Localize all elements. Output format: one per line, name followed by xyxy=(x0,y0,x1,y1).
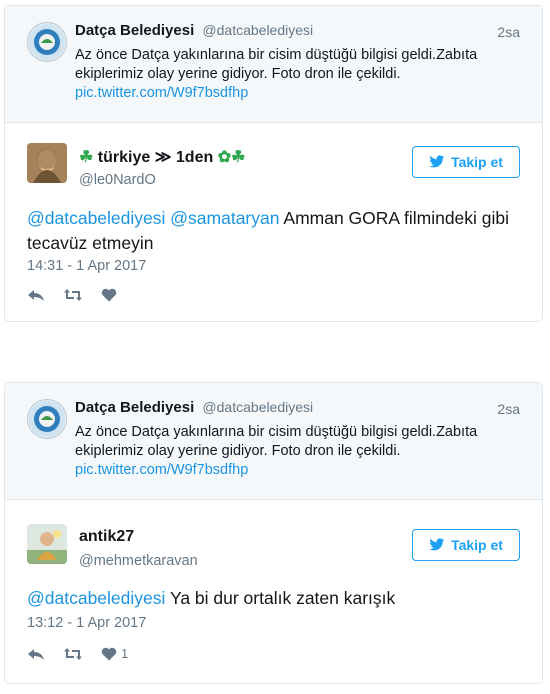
retweet-button-2[interactable] xyxy=(63,647,83,661)
mention-samataryan[interactable]: @samataryan xyxy=(170,208,279,228)
sprout-clover-icon: ✿☘ xyxy=(217,149,246,166)
reply-actions-1 xyxy=(27,288,121,302)
follow-button-2[interactable]: Takip et xyxy=(412,529,520,561)
twitter-bird-icon xyxy=(429,538,445,551)
heart-icon xyxy=(101,647,117,660)
reply-timestamp-2[interactable]: 13:12 - 1 Apr 2017 xyxy=(27,615,146,631)
quoted-text: Az önce Datça yakınlarına bir cisim düşt… xyxy=(75,423,515,480)
twitter-bird-icon xyxy=(429,155,445,168)
like-count-2: 1 xyxy=(121,646,129,661)
datca-logo-avatar[interactable] xyxy=(27,22,67,62)
quoted-author-name[interactable]: Datça Belediyesi xyxy=(75,22,194,39)
clover-icon: ☘ xyxy=(79,149,94,166)
reply-text-body-2: Ya bi dur ortalık zaten karışık xyxy=(169,588,396,608)
reply-author-name-text-1: türkiye ≫ 1den xyxy=(97,149,214,166)
reply-author-name-1[interactable]: ☘ türkiye ≫ 1den ✿☘ xyxy=(79,147,245,167)
retweet-button-1[interactable] xyxy=(63,288,83,302)
retweet-icon xyxy=(64,289,82,301)
quoted-time[interactable]: 2sa xyxy=(497,401,520,417)
tweet-card-2: Datça Belediyesi @datcabelediyesi 2sa Az… xyxy=(4,382,543,684)
follow-label-1: Takip et xyxy=(451,154,503,170)
heart-icon xyxy=(101,288,117,302)
reply-timestamp-1[interactable]: 14:31 - 1 Apr 2017 xyxy=(27,258,146,274)
reply-button-1[interactable] xyxy=(27,288,45,302)
quoted-tweet[interactable]: Datça Belediyesi @datcabelediyesi 2sa Az… xyxy=(5,383,542,500)
quoted-media-link[interactable]: pic.twitter.com/W9f7bsdfhp xyxy=(75,461,515,480)
quoted-text-body: Az önce Datça yakınlarına bir cisim düşt… xyxy=(75,424,478,459)
reply-author-name-2[interactable]: antik27 xyxy=(79,528,134,546)
quoted-text-body: Az önce Datça yakınlarına bir cisim düşt… xyxy=(75,47,478,82)
mention-datcabelediyesi[interactable]: @datcabelediyesi xyxy=(27,588,165,608)
quoted-media-link[interactable]: pic.twitter.com/W9f7bsdfhp xyxy=(75,84,515,103)
follow-button-1[interactable]: Takip et xyxy=(412,146,520,178)
reply-icon xyxy=(28,648,44,660)
follow-label-2: Takip et xyxy=(451,537,503,553)
quoted-header: Datça Belediyesi @datcabelediyesi xyxy=(75,399,313,416)
reply-button-2[interactable] xyxy=(27,647,45,661)
quoted-time[interactable]: 2sa xyxy=(497,24,520,40)
reply-avatar-1[interactable] xyxy=(27,143,67,183)
reply-text-1: @datcabelediyesi @samataryan Amman GORA … xyxy=(27,206,522,256)
mention-datcabelediyesi[interactable]: @datcabelediyesi xyxy=(27,208,165,228)
quoted-author-handle[interactable]: @datcabelediyesi xyxy=(202,22,313,38)
reply-avatar-2[interactable] xyxy=(27,524,67,564)
reply-text-2: @datcabelediyesi Ya bi dur ortalık zaten… xyxy=(27,586,522,611)
reply-actions-2: 1 xyxy=(27,646,128,661)
like-button-1[interactable] xyxy=(101,288,121,302)
quoted-text: Az önce Datça yakınlarına bir cisim düşt… xyxy=(75,46,515,103)
reply-author-name-text-2: antik27 xyxy=(79,528,135,545)
reply-author-handle-2[interactable]: @mehmetkaravan xyxy=(79,553,198,569)
tweet-card-1: Datça Belediyesi @datcabelediyesi 2sa Az… xyxy=(4,5,543,322)
reply-author-handle-1[interactable]: @le0NardO xyxy=(79,172,156,188)
quoted-header: Datça Belediyesi @datcabelediyesi xyxy=(75,22,313,39)
quoted-tweet[interactable]: Datça Belediyesi @datcabelediyesi 2sa Az… xyxy=(5,6,542,123)
datca-logo-avatar[interactable] xyxy=(27,399,67,439)
like-button-2[interactable]: 1 xyxy=(101,646,128,661)
quoted-author-name[interactable]: Datça Belediyesi xyxy=(75,399,194,416)
quoted-author-handle[interactable]: @datcabelediyesi xyxy=(202,399,313,415)
reply-icon xyxy=(28,290,44,301)
retweet-icon xyxy=(64,647,82,660)
